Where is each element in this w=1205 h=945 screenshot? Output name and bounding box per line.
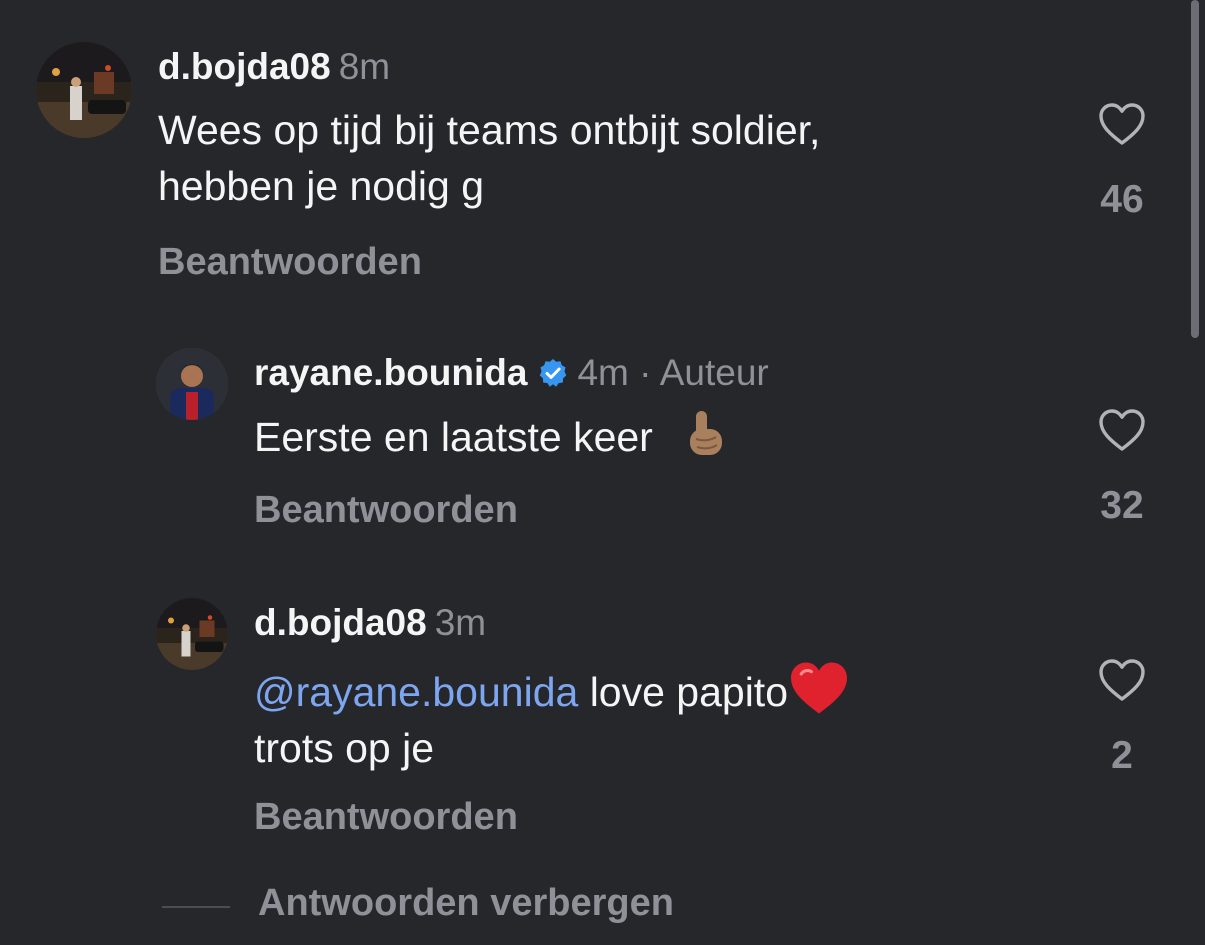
- avatar-d-bojda08[interactable]: [36, 42, 132, 138]
- avatar-photo: [156, 598, 228, 670]
- comment-text: Eerste en laatste keer: [254, 409, 728, 465]
- like-column: 32: [1082, 408, 1162, 527]
- comment-text-line: Eerste en laatste keer: [254, 414, 653, 460]
- like-column: 2: [1082, 658, 1162, 777]
- like-count: 2: [1111, 734, 1133, 777]
- hide-replies-divider: [162, 906, 230, 908]
- comment-text-fragment: love papito: [578, 669, 789, 715]
- comment-text-line: Wees op tijd bij teams ontbijt soldier,: [158, 107, 821, 153]
- index-pointing-up-emoji: [682, 409, 728, 459]
- comment-text: @rayane.bounida love papito trots op je: [254, 660, 850, 776]
- avatar-d-bojda08[interactable]: [156, 598, 228, 670]
- username[interactable]: d.bojda08: [254, 602, 427, 643]
- red-heart-emoji: [788, 660, 850, 716]
- heart-outline-icon[interactable]: [1098, 658, 1146, 702]
- comment-header: rayane.bounida 4m · Auteur: [254, 351, 769, 395]
- mention-link[interactable]: @rayane.bounida: [254, 669, 578, 715]
- like-count: 32: [1100, 484, 1144, 527]
- reply-button[interactable]: Beantwoorden: [254, 489, 518, 532]
- separator: ·: [639, 352, 652, 393]
- comment-header: d.bojda08 3m: [254, 601, 486, 645]
- comment-text: Wees op tijd bij teams ontbijt soldier, …: [158, 102, 820, 214]
- scrollbar[interactable]: [1191, 0, 1199, 338]
- avatar-rayane-bounida[interactable]: [156, 348, 228, 420]
- reply-button[interactable]: Beantwoorden: [254, 796, 518, 839]
- avatar-photo: [156, 348, 228, 420]
- timestamp: 8m: [338, 46, 391, 87]
- verified-badge-icon: [537, 357, 569, 389]
- reply-button[interactable]: Beantwoorden: [158, 241, 422, 284]
- username[interactable]: rayane.bounida: [254, 352, 527, 393]
- comment-text-line: @rayane.bounida love papito: [254, 660, 850, 720]
- heart-outline-icon[interactable]: [1098, 408, 1146, 452]
- hide-replies-button[interactable]: Antwoorden verbergen: [258, 882, 674, 925]
- avatar-photo: [36, 42, 132, 138]
- timestamp: 4m: [577, 352, 629, 393]
- username[interactable]: d.bojda08: [158, 46, 331, 87]
- like-column: 46: [1082, 102, 1162, 221]
- comment-text-line: hebben je nodig g: [158, 163, 485, 209]
- timestamp: 3m: [434, 602, 487, 643]
- comment-text-line: trots op je: [254, 725, 435, 771]
- heart-outline-icon[interactable]: [1098, 102, 1146, 146]
- comment-header: d.bojda08 8m: [158, 45, 390, 89]
- like-count: 46: [1100, 178, 1144, 221]
- author-label: Auteur: [659, 352, 769, 393]
